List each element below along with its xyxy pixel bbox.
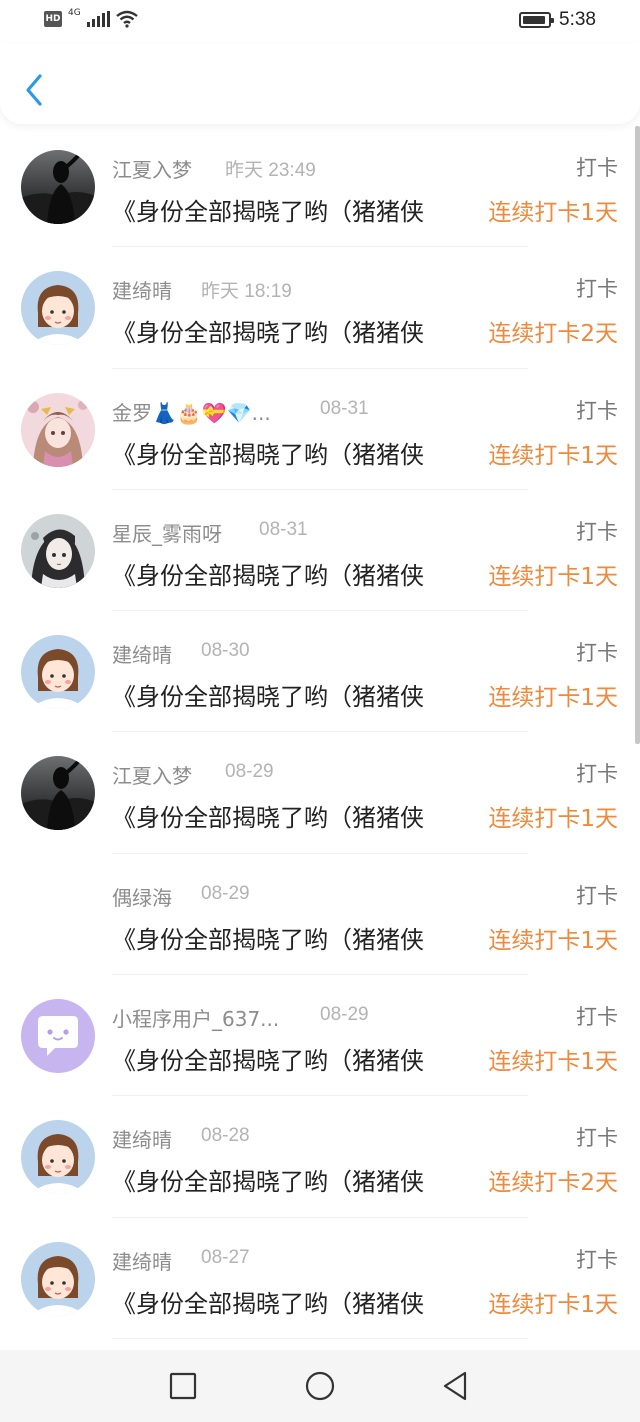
network-type: 4G [68, 8, 81, 18]
checkin-title[interactable]: 《身份全部揭晓了哟（猪猪侠 [112, 1284, 460, 1319]
avatar[interactable] [21, 635, 95, 710]
checkin-type-label: 打卡 [576, 1247, 618, 1272]
list-item[interactable]: 建绮晴 08-28 打卡《身份全部揭晓了哟（猪猪侠 连续打卡2天 [0, 1096, 640, 1218]
back-button[interactable] [20, 70, 50, 110]
user-name: 建绮晴 [112, 1128, 172, 1153]
user-name: 金罗👗🎂💝💎... [112, 400, 271, 425]
timestamp: 08-31 [259, 518, 308, 540]
timestamp: 08-31 [320, 397, 369, 419]
checkin-type-label: 打卡 [576, 1005, 618, 1030]
checkin-type-label: 打卡 [576, 277, 618, 302]
list-item[interactable]: 星辰_雾雨呀 08-31 打卡《身份全部揭晓了哟（猪猪侠 连续打卡1天 [0, 490, 640, 612]
status-bar: HD 4G 5:38 [0, 0, 640, 44]
user-name: 建绮晴 [112, 279, 172, 304]
timestamp: 08-30 [201, 640, 250, 662]
avatar[interactable] [21, 513, 95, 588]
header [0, 44, 640, 124]
checkin-title[interactable]: 《身份全部揭晓了哟（猪猪侠 [112, 556, 460, 591]
avatar[interactable] [21, 271, 95, 346]
checkin-type-label: 打卡 [576, 156, 618, 180]
checkin-type-label: 打卡 [576, 519, 618, 544]
user-name: 江夏入梦 [112, 764, 192, 789]
streak-badge: 连续打卡1天 [488, 1049, 618, 1076]
status-right: 5:38 [519, 9, 596, 31]
checkin-list: 江夏入梦 昨天 23:49 打卡 《身份全部揭晓了哟（猪猪侠 连续打卡1天 建绮晴 昨天 1… [0, 126, 640, 1350]
list-item[interactable]: 建绮晴 昨天 18:19 打卡《身份全部揭晓了哟（猪猪侠 连续打卡2天 [0, 247, 640, 369]
list-item[interactable]: 小程序用户_637... 08-29 打卡《身份全部揭晓了哟（猪猪侠 连续打卡1天 [0, 975, 640, 1097]
recent-apps-button[interactable] [165, 1368, 201, 1404]
checkin-type-label: 打卡 [576, 762, 618, 787]
timestamp: 08-29 [225, 761, 274, 783]
user-name: 星辰_雾雨呀 [112, 521, 222, 546]
timestamp: 昨天 23:49 [225, 160, 316, 181]
circle-home-icon [305, 1371, 335, 1401]
streak-badge: 连续打卡1天 [488, 563, 618, 590]
checkin-title[interactable]: 《身份全部揭晓了哟（猪猪侠 [112, 1162, 460, 1197]
timestamp: 08-29 [320, 1004, 369, 1026]
checkin-title[interactable]: 《身份全部揭晓了哟（猪猪侠 [112, 798, 460, 833]
checkin-title[interactable]: 《身份全部揭晓了哟（猪猪侠 [112, 435, 460, 470]
status-left: HD 4G [44, 8, 138, 28]
checkin-title[interactable]: 《身份全部揭晓了哟（猪猪侠 [112, 192, 460, 227]
avatar[interactable] [21, 1120, 95, 1195]
user-name: 建绮晴 [112, 1249, 172, 1274]
hd-badge: HD [44, 11, 62, 27]
streak-badge: 连续打卡2天 [488, 321, 618, 348]
list-item[interactable]: 建绮晴 08-30 打卡《身份全部揭晓了哟（猪猪侠 连续打卡1天 [0, 611, 640, 733]
checkin-type-label: 打卡 [576, 398, 618, 423]
checkin-title[interactable]: 《身份全部揭晓了哟（猪猪侠 [112, 677, 460, 712]
system-nav-bar [0, 1350, 640, 1422]
signal-icon [86, 11, 110, 27]
chevron-left-icon [26, 74, 42, 106]
checkin-title[interactable]: 《身份全部揭晓了哟（猪猪侠 [112, 313, 460, 348]
list-item[interactable]: 江夏入梦 昨天 23:49 打卡《身份全部揭晓了哟（猪猪侠 连续打卡1天 [0, 126, 640, 248]
status-time: 5:38 [559, 9, 596, 30]
streak-badge: 连续打卡1天 [488, 200, 618, 226]
avatar[interactable] [21, 150, 95, 224]
timestamp: 08-28 [201, 1125, 250, 1147]
home-button[interactable] [302, 1368, 338, 1404]
avatar[interactable] [21, 1241, 95, 1316]
streak-badge: 连续打卡1天 [488, 1291, 618, 1318]
streak-badge: 连续打卡2天 [488, 1170, 618, 1197]
streak-badge: 连续打卡1天 [488, 685, 618, 712]
system-back-button[interactable] [437, 1368, 473, 1404]
avatar[interactable] [21, 999, 95, 1074]
user-name: 建绮晴 [112, 643, 172, 668]
square-icon [169, 1372, 197, 1400]
checkin-type-label: 打卡 [576, 883, 618, 908]
divider [112, 1337, 528, 1339]
avatar[interactable] [21, 756, 95, 831]
checkin-type-label: 打卡 [576, 641, 618, 666]
list-item[interactable]: 金罗👗🎂💝💎... 08-31 打卡《身份全部揭晓了哟（猪猪侠 连续打卡1天 [0, 369, 640, 490]
streak-badge: 连续打卡1天 [488, 442, 618, 469]
user-name: 小程序用户_637... [112, 1007, 280, 1032]
battery-icon [519, 12, 555, 28]
page: HD 4G 5:38 江夏入梦 昨天 23:49 打卡 《身份全部揭晓了哟（猪猪侠 连续… [0, 0, 640, 1422]
timestamp: 08-29 [201, 882, 250, 904]
timestamp: 昨天 18:19 [201, 281, 292, 303]
checkin-type-label: 打卡 [576, 1126, 618, 1151]
triangle-back-icon [443, 1371, 467, 1401]
streak-badge: 连续打卡1天 [488, 927, 618, 954]
user-name: 偶绿海 [112, 885, 172, 910]
list-item[interactable]: 建绮晴 08-27 打卡《身份全部揭晓了哟（猪猪侠 连续打卡1天 [0, 1218, 640, 1339]
checkin-title[interactable]: 《身份全部揭晓了哟（猪猪侠 [112, 920, 460, 955]
wifi-icon [115, 10, 138, 28]
timestamp: 08-27 [201, 1246, 250, 1268]
avatar[interactable] [21, 392, 95, 467]
scrollbar[interactable] [635, 126, 640, 744]
checkin-title[interactable]: 《身份全部揭晓了哟（猪猪侠 [112, 1041, 460, 1076]
list-item[interactable]: 偶绿海 08-29 打卡《身份全部揭晓了哟（猪猪侠 连续打卡1天 [0, 854, 640, 976]
avatar[interactable] [21, 878, 95, 952]
streak-badge: 连续打卡1天 [488, 806, 618, 833]
user-name: 江夏入梦 [112, 158, 192, 182]
list-item[interactable]: 江夏入梦 08-29 打卡《身份全部揭晓了哟（猪猪侠 连续打卡1天 [0, 732, 640, 854]
